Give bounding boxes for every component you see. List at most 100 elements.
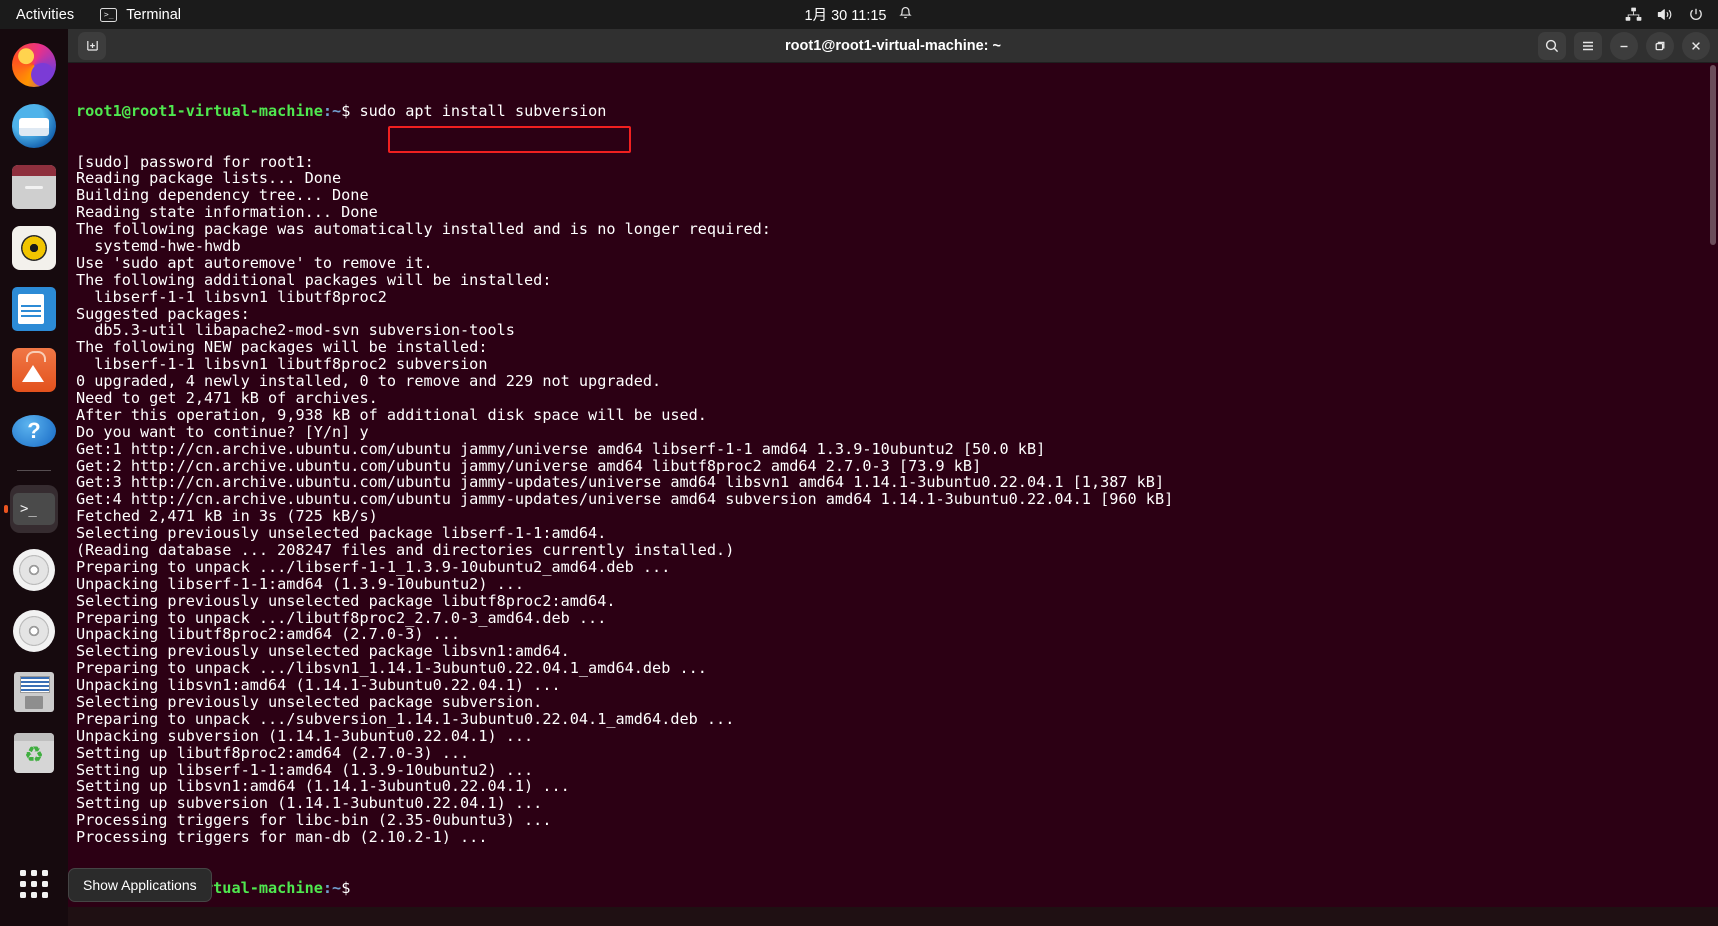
terminal-icon: >_ xyxy=(13,493,55,525)
dock-separator xyxy=(17,470,51,471)
terminal-output-line: libserf-1-1 libsvn1 libutf8proc2 subvers… xyxy=(76,356,1718,373)
dock-item-files[interactable] xyxy=(10,163,58,211)
menu-button[interactable] xyxy=(1574,32,1602,60)
terminal-output-line: Reading package lists... Done xyxy=(76,170,1718,187)
terminal-output-line: libserf-1-1 libsvn1 libutf8proc2 xyxy=(76,289,1718,306)
show-applications-label: Show Applications xyxy=(68,868,212,902)
dock-item-help[interactable]: ? xyxy=(10,407,58,455)
prompt-symbol: $ xyxy=(341,102,350,120)
terminal-output-line: Unpacking libutf8proc2:amd64 (2.7.0-3) .… xyxy=(76,626,1718,643)
ubuntu-dock: ? >_ xyxy=(0,29,68,926)
software-store-icon xyxy=(12,348,56,392)
thunderbird-icon xyxy=(12,104,56,148)
dock-item-firefox[interactable] xyxy=(10,41,58,89)
terminal-output-line: db5.3-util libapache2-mod-svn subversion… xyxy=(76,322,1718,339)
grid-dot xyxy=(20,870,26,876)
terminal-output-line: Get:4 http://cn.archive.ubuntu.com/ubunt… xyxy=(76,491,1718,508)
dock-item-rhythmbox[interactable] xyxy=(10,224,58,272)
terminal-output-line: Setting up subversion (1.14.1-3ubuntu0.2… xyxy=(76,795,1718,812)
search-button[interactable] xyxy=(1538,32,1566,60)
window-controls xyxy=(1538,32,1710,60)
maximize-button[interactable] xyxy=(1646,32,1674,60)
new-tab-button[interactable] xyxy=(78,32,106,60)
top-bar-center[interactable]: 1月 30 11:15 xyxy=(729,4,989,25)
terminal-output-line: Preparing to unpack .../libutf8proc2_2.7… xyxy=(76,610,1718,627)
terminal-final-prompt-line: root1@root1-virtual-machine:~$ xyxy=(76,880,1718,897)
clock[interactable]: 1月 30 11:15 xyxy=(805,4,887,25)
dock-item-disk-volume[interactable] xyxy=(10,668,58,716)
terminal-output-line: Selecting previously unselected package … xyxy=(76,525,1718,542)
dock-item-disc-drive-2[interactable] xyxy=(10,607,58,655)
terminal-window: root1@root1-virtual-machine: ~ xyxy=(68,29,1718,907)
grid-dot xyxy=(31,881,37,887)
prompt-path: :~ xyxy=(323,102,341,120)
network-icon xyxy=(1625,7,1642,22)
firefox-icon xyxy=(12,43,56,87)
dock-item-trash[interactable] xyxy=(10,729,58,777)
trash-icon xyxy=(14,733,54,773)
prompt-path: :~ xyxy=(323,879,341,897)
system-status-area[interactable] xyxy=(1625,7,1704,23)
document-icon xyxy=(12,287,56,331)
active-app-menu[interactable]: >_ Terminal xyxy=(100,7,181,23)
active-app-name: Terminal xyxy=(126,7,181,23)
dock-item-disc-drive-1[interactable] xyxy=(10,546,58,594)
terminal-output-line: Preparing to unpack .../libserf-1-1_1.3.… xyxy=(76,559,1718,576)
terminal-output-line: Get:1 http://cn.archive.ubuntu.com/ubunt… xyxy=(76,441,1718,458)
terminal-output-line: systemd-hwe-hwdb xyxy=(76,238,1718,255)
activities-button[interactable]: Activities xyxy=(16,7,74,23)
terminal-output-line: Use 'sudo apt autoremove' to remove it. xyxy=(76,255,1718,272)
prompt-symbol: $ xyxy=(341,879,350,897)
terminal-output-line: [sudo] password for root1: xyxy=(76,154,1718,171)
terminal-output-line: Fetched 2,471 kB in 3s (725 kB/s) xyxy=(76,508,1718,525)
grid-dot xyxy=(31,892,37,898)
typed-command: sudo apt install subversion xyxy=(360,102,607,120)
terminal-output-line: Preparing to unpack .../libsvn1_1.14.1-3… xyxy=(76,660,1718,677)
terminal-output-line: The following NEW packages will be insta… xyxy=(76,339,1718,356)
gnome-top-bar: Activities >_ Terminal 1月 30 11:15 xyxy=(0,0,1718,29)
terminal-output-line: Processing triggers for man-db (2.10.2-1… xyxy=(76,829,1718,846)
terminal-output-line: Get:3 http://cn.archive.ubuntu.com/ubunt… xyxy=(76,474,1718,491)
terminal-output-line: The following package was automatically … xyxy=(76,221,1718,238)
terminal-output-line: Selecting previously unselected package … xyxy=(76,694,1718,711)
terminal-prompt-line: root1@root1-virtual-machine:~$ sudo apt … xyxy=(76,103,1718,120)
terminal-output-line: Unpacking subversion (1.14.1-3ubuntu0.22… xyxy=(76,728,1718,745)
terminal-output-line: Preparing to unpack .../subversion_1.14.… xyxy=(76,711,1718,728)
dock-item-ubuntu-software[interactable] xyxy=(10,346,58,394)
power-icon xyxy=(1688,7,1704,23)
prompt-user: root1@root1-virtual-machine xyxy=(76,102,323,120)
grid-dot xyxy=(20,881,26,887)
terminal-output-line: Need to get 2,471 kB of archives. xyxy=(76,390,1718,407)
bell-icon[interactable] xyxy=(898,5,913,25)
terminal-output-line: Unpacking libserf-1-1:amd64 (1.3.9-10ubu… xyxy=(76,576,1718,593)
terminal-output-line: Selecting previously unselected package … xyxy=(76,593,1718,610)
close-button[interactable] xyxy=(1682,32,1710,60)
show-applications-button[interactable] xyxy=(10,860,58,908)
terminal-output-line: 0 upgraded, 4 newly installed, 0 to remo… xyxy=(76,373,1718,390)
window-title: root1@root1-virtual-machine: ~ xyxy=(68,38,1718,54)
grid-dot xyxy=(31,870,37,876)
window-title-bar[interactable]: root1@root1-virtual-machine: ~ xyxy=(68,29,1718,63)
terminal-output-line: Do you want to continue? [Y/n] y xyxy=(76,424,1718,441)
dock-item-thunderbird[interactable] xyxy=(10,102,58,150)
optical-disc-icon xyxy=(13,610,55,652)
terminal-output-line: Suggested packages: xyxy=(76,306,1718,323)
grid-dot xyxy=(42,881,48,887)
dock-item-terminal[interactable]: >_ xyxy=(10,485,58,533)
terminal-output-line: Selecting previously unselected package … xyxy=(76,643,1718,660)
help-icon: ? xyxy=(12,415,56,447)
terminal-output-line: Setting up libserf-1-1:amd64 (1.3.9-10ub… xyxy=(76,762,1718,779)
terminal-output-lines: [sudo] password for root1:Reading packag… xyxy=(76,154,1718,847)
terminal-output-line: Get:2 http://cn.archive.ubuntu.com/ubunt… xyxy=(76,458,1718,475)
terminal-output-area[interactable]: root1@root1-virtual-machine:~$ sudo apt … xyxy=(68,63,1718,907)
grid-dot xyxy=(20,892,26,898)
terminal-output-line: (Reading database ... 208247 files and d… xyxy=(76,542,1718,559)
dock-item-libreoffice-writer[interactable] xyxy=(10,285,58,333)
minimize-button[interactable] xyxy=(1610,32,1638,60)
terminal-output-line: Building dependency tree... Done xyxy=(76,187,1718,204)
terminal-scrollbar[interactable] xyxy=(1710,65,1716,245)
terminal-output-line: The following additional packages will b… xyxy=(76,272,1718,289)
terminal-output-line: After this operation, 9,938 kB of additi… xyxy=(76,407,1718,424)
optical-disc-icon xyxy=(13,549,55,591)
volume-icon xyxy=(1656,7,1674,22)
